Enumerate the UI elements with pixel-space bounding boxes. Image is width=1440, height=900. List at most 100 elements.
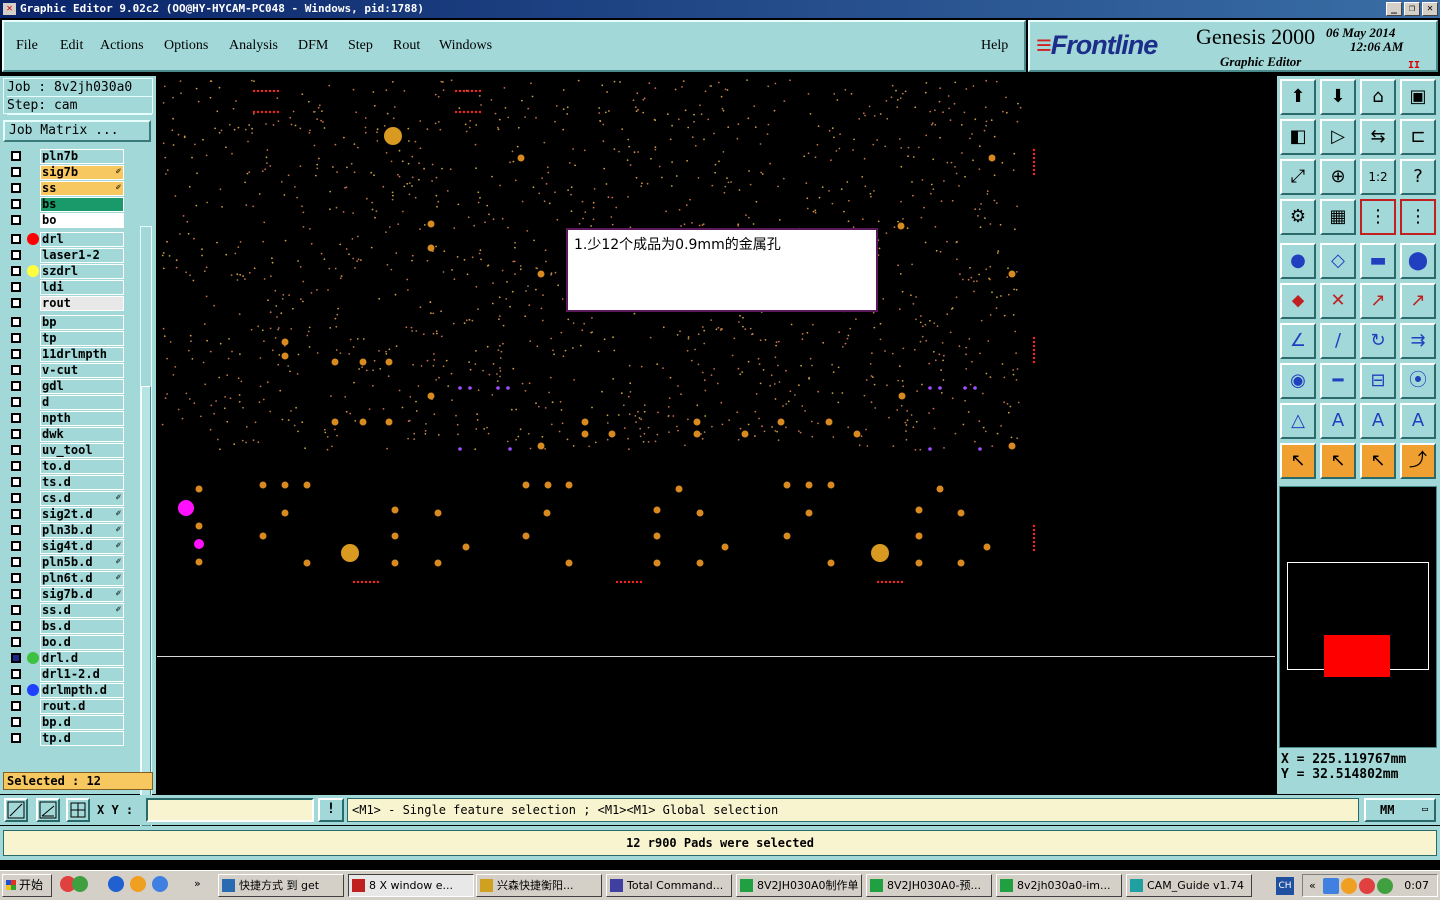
- connect-button[interactable]: ⦿: [1400, 363, 1436, 399]
- select-net-button[interactable]: ↖: [1360, 443, 1396, 479]
- layer-checkbox[interactable]: [11, 234, 21, 244]
- layer-name[interactable]: sig7b ✐: [40, 165, 124, 180]
- triangle-b-button[interactable]: A: [1320, 403, 1356, 439]
- menu-rout[interactable]: Rout: [393, 38, 420, 54]
- text-button[interactable]: ⇉: [1400, 323, 1436, 359]
- layer-name[interactable]: bp: [40, 315, 124, 330]
- snap-button[interactable]: ⊏: [1400, 119, 1436, 155]
- layer-checkbox[interactable]: [11, 573, 21, 583]
- layer-name[interactable]: dwk: [40, 427, 124, 442]
- pcb-graphics[interactable]: [157, 76, 1275, 794]
- layer-row[interactable]: 11drlmpth: [3, 346, 125, 362]
- layer-checkbox[interactable]: [11, 653, 21, 663]
- layer-name[interactable]: ts.d: [40, 475, 124, 490]
- fit-button[interactable]: ⤢: [1280, 159, 1316, 195]
- layer-row[interactable]: dwk: [3, 426, 125, 442]
- layer-name[interactable]: drlmpth.d: [40, 683, 124, 698]
- layer-checkbox[interactable]: [11, 637, 21, 647]
- layer-row[interactable]: ldi: [3, 279, 125, 295]
- layer-row[interactable]: sig7b ✐: [3, 164, 125, 180]
- layer-row[interactable]: rout: [3, 295, 125, 311]
- layer-row[interactable]: cs.d ✐: [3, 490, 125, 506]
- layer-row[interactable]: sig2t.d ✐: [3, 506, 125, 522]
- slot-button[interactable]: ━: [1320, 363, 1356, 399]
- layer-checkbox[interactable]: [11, 541, 21, 551]
- layer-checkbox[interactable]: [11, 589, 21, 599]
- measure-button[interactable]: ⚙: [1280, 199, 1316, 235]
- layer-row[interactable]: tp.d: [3, 730, 125, 746]
- layer-name[interactable]: ss.d ✐: [40, 603, 124, 618]
- layer-name[interactable]: rout.d: [40, 699, 124, 714]
- layer-name[interactable]: rout: [40, 296, 124, 311]
- layer-row[interactable]: ss.d ✐: [3, 602, 125, 618]
- layer-checkbox[interactable]: [11, 365, 21, 375]
- layer-name[interactable]: tp: [40, 331, 124, 346]
- tray-icon-4[interactable]: [1377, 878, 1393, 894]
- overview-preview[interactable]: [1287, 562, 1429, 677]
- resize-button[interactable]: ⊟: [1360, 363, 1396, 399]
- layer-row[interactable]: pln6t.d ✐: [3, 570, 125, 586]
- layer-name[interactable]: drl.d: [40, 651, 124, 666]
- layer-checkbox[interactable]: [11, 317, 21, 327]
- execute-button[interactable]: !: [318, 798, 344, 822]
- layer-name[interactable]: bs: [40, 197, 124, 212]
- menu-dfm[interactable]: DFM: [298, 38, 328, 54]
- layer-name[interactable]: ss ✐: [40, 181, 124, 196]
- taskbar-item[interactable]: 8V2JH030A0制作单: [736, 874, 862, 897]
- layer-row[interactable]: drlmpth.d: [3, 682, 125, 698]
- layer-compare2-button[interactable]: ⋮: [1400, 199, 1436, 235]
- layer-name[interactable]: szdrl: [40, 264, 124, 279]
- layer-name[interactable]: sig2t.d ✐: [40, 507, 124, 522]
- layer-row[interactable]: bo.d: [3, 634, 125, 650]
- tray-icon-1[interactable]: [1323, 878, 1339, 894]
- grid-button[interactable]: [66, 798, 90, 822]
- layer-name[interactable]: d: [40, 395, 124, 410]
- layer-name[interactable]: ldi: [40, 280, 124, 295]
- layer-row[interactable]: bo: [3, 212, 125, 228]
- angle-button[interactable]: ∠: [1280, 323, 1316, 359]
- layer-checkbox[interactable]: [11, 183, 21, 193]
- tray-expand-icon[interactable]: «: [1309, 879, 1316, 892]
- graphic-canvas[interactable]: 1.少12个成品为0.9mm的金属孔: [157, 76, 1275, 794]
- taskbar-item[interactable]: CAM_Guide v1.74: [1126, 874, 1252, 897]
- measure-button[interactable]: [36, 798, 60, 822]
- menu-file[interactable]: File: [16, 38, 38, 54]
- layer-row[interactable]: bp.d: [3, 714, 125, 730]
- zoom-back-button[interactable]: ◧: [1280, 119, 1316, 155]
- pad-move-button[interactable]: ◉: [1280, 363, 1316, 399]
- layer-row[interactable]: szdrl: [3, 263, 125, 279]
- taskbar-item[interactable]: 8v2jh030a0-im...: [996, 874, 1122, 897]
- layer-row[interactable]: laser1-2: [3, 247, 125, 263]
- job-matrix-button[interactable]: Job Matrix ...: [3, 120, 151, 142]
- select-box-button[interactable]: ↖: [1320, 443, 1356, 479]
- note-popup[interactable]: 1.少12个成品为0.9mm的金属孔: [566, 228, 878, 312]
- net-button[interactable]: ⬥: [1280, 283, 1316, 319]
- select-arrow-button[interactable]: ↖: [1280, 443, 1316, 479]
- node-button[interactable]: ↗: [1360, 283, 1396, 319]
- layer-checkbox[interactable]: [11, 250, 21, 260]
- layer-scrollbar-thumb[interactable]: [141, 386, 151, 826]
- layer-compare-button[interactable]: ⋮: [1360, 199, 1396, 235]
- arc-button[interactable]: ↻: [1360, 323, 1396, 359]
- layer-name[interactable]: sig7b.d ✐: [40, 587, 124, 602]
- menu-actions[interactable]: Actions: [100, 38, 144, 54]
- layer-row[interactable]: d: [3, 394, 125, 410]
- quicklaunch-icon-4[interactable]: [152, 876, 168, 892]
- home-button[interactable]: ⌂: [1360, 79, 1396, 115]
- layer-row[interactable]: uv_tool: [3, 442, 125, 458]
- layer-name[interactable]: laser1-2: [40, 248, 124, 263]
- layer-name[interactable]: drl: [40, 232, 124, 247]
- layer-checkbox[interactable]: [11, 215, 21, 225]
- layer-name[interactable]: 11drlmpth: [40, 347, 124, 362]
- layer-row[interactable]: drl.d: [3, 650, 125, 666]
- menu-analysis[interactable]: Analysis: [229, 38, 278, 54]
- scale-button[interactable]: 1:2: [1360, 159, 1396, 195]
- start-button[interactable]: 开始: [2, 874, 52, 897]
- mirror-button[interactable]: ⇆: [1360, 119, 1396, 155]
- chevron-right-icon[interactable]: »: [194, 877, 201, 890]
- close-button[interactable]: ✕: [1422, 2, 1438, 16]
- layer-checkbox[interactable]: [11, 685, 21, 695]
- layer-row[interactable]: ss ✐: [3, 180, 125, 196]
- layer-name[interactable]: cs.d ✐: [40, 491, 124, 506]
- grid-button[interactable]: ▦: [1320, 199, 1356, 235]
